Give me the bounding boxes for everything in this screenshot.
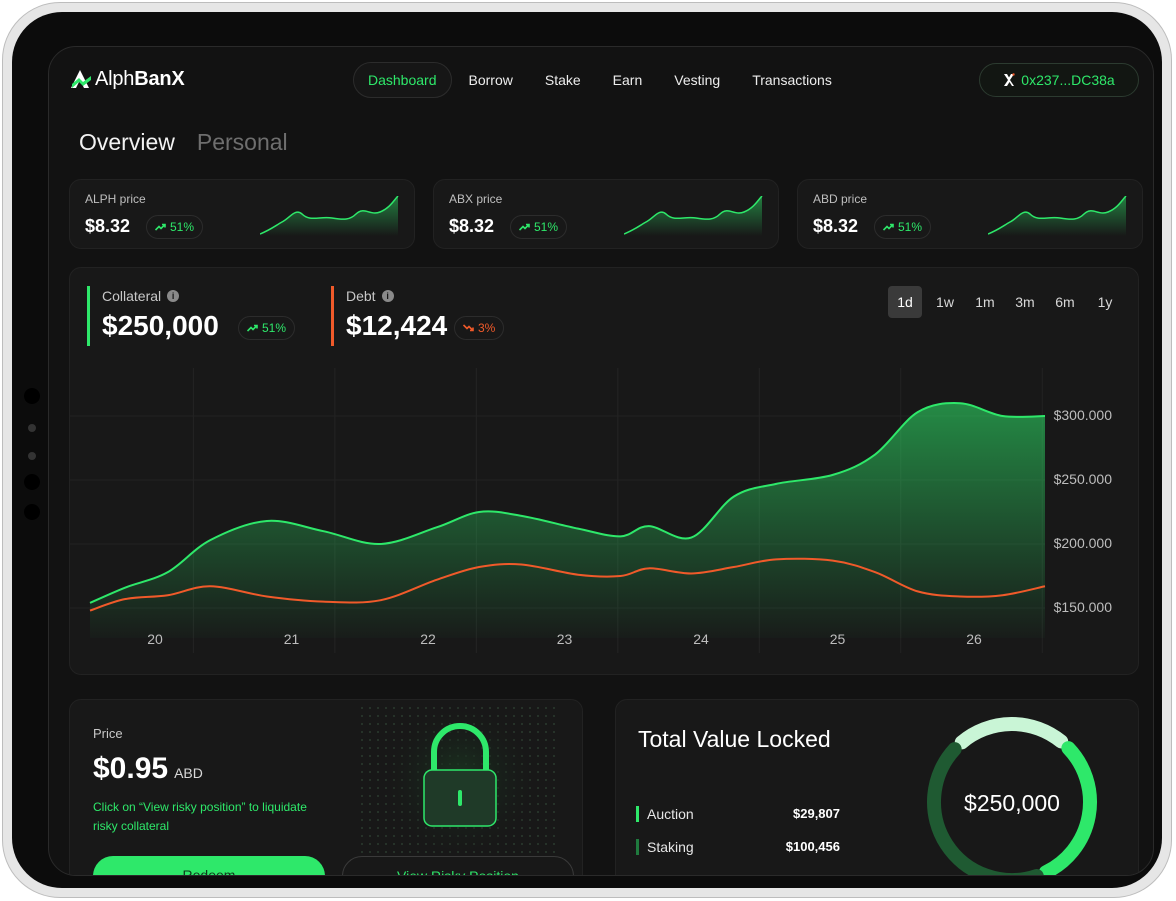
trend-up-icon: [155, 223, 166, 231]
y-tick-label: $150.000: [1054, 599, 1113, 615]
change-badge: 51%: [146, 215, 204, 239]
price-card-value: $8.32: [449, 216, 495, 236]
price-card-value: $8.32: [85, 216, 131, 236]
change-badge: 51%: [510, 215, 568, 239]
collateral-label: Collateral: [102, 288, 162, 304]
debt-metric: Debt i $12,424 3%: [331, 286, 505, 346]
price-card-label: ABD price: [813, 192, 868, 206]
x-tick-label: 25: [830, 631, 846, 647]
overview-area-chart: 20 21 22 23 24 25 26 $300.000 $250.000 $200.000 $1…: [70, 368, 1113, 653]
change-badge: 51%: [874, 215, 932, 239]
x-tick-label: 23: [557, 631, 573, 647]
camera-dot: [28, 452, 36, 460]
debt-label: Debt: [346, 288, 376, 304]
y-tick-label: $200.000: [1054, 535, 1113, 551]
tablet-frame: AlphBanX Dashboard Borrow Stake Earn Vesting…: [2, 2, 1172, 898]
tab-personal[interactable]: Personal: [197, 129, 288, 156]
time-range-selector: 1d 1w 1m 3m 6m 1y: [888, 286, 1122, 318]
total-value-locked-panel: Total Value Locked Auction $29,807 Staki…: [615, 699, 1139, 875]
nav-item-vesting[interactable]: Vesting: [659, 62, 735, 98]
range-1y[interactable]: 1y: [1088, 286, 1122, 318]
app-screen: AlphBanX Dashboard Borrow Stake Earn Vesting…: [48, 46, 1154, 876]
side-button: [24, 388, 40, 404]
abd-price-panel: Price $0.95 ABD Click on “View risky posi…: [69, 699, 583, 875]
nav-item-transactions[interactable]: Transactions: [737, 62, 847, 98]
camera-dot: [28, 424, 36, 432]
nav-item-dashboard[interactable]: Dashboard: [353, 62, 452, 98]
price-card-abd[interactable]: ABD price $8.32 51%: [797, 179, 1143, 249]
collateral-area: [90, 403, 1045, 638]
x-tick-label: 26: [966, 631, 982, 647]
redeem-button[interactable]: Redeem: [93, 856, 325, 875]
sparkline-chart: [988, 196, 1127, 236]
wallet-address: 0x237...DC38a: [1021, 72, 1115, 88]
price-card-label: ALPH price: [85, 192, 146, 206]
price-card-label: ABX price: [449, 192, 503, 206]
main-nav: Dashboard Borrow Stake Earn Vesting Transacti…: [353, 62, 849, 98]
x-tick-label: 20: [147, 631, 163, 647]
sparkline-chart: [624, 196, 763, 236]
range-1w[interactable]: 1w: [928, 286, 962, 318]
collateral-metric: Collateral i $250,000 51%: [87, 286, 296, 346]
overview-chart-panel: 20 21 22 23 24 25 26 $300.000 $250.000 $200.000 $1…: [69, 267, 1139, 675]
wallet-button[interactable]: 0x237...DC38a: [979, 63, 1139, 97]
tvl-title: Total Value Locked: [638, 726, 831, 752]
logo-icon: [71, 70, 91, 88]
logo-text: AlphBanX: [95, 67, 185, 90]
collateral-value: $250,000: [102, 310, 219, 341]
price-card-alph[interactable]: ALPH price $8.32 51%: [69, 179, 415, 249]
side-button: [24, 504, 40, 520]
range-6m[interactable]: 6m: [1048, 286, 1082, 318]
collateral-change-badge: 51%: [238, 316, 296, 340]
wallet-network-icon: [1004, 73, 1015, 86]
x-tick-label: 22: [420, 631, 436, 647]
nav-item-borrow[interactable]: Borrow: [454, 62, 528, 98]
info-icon[interactable]: i: [167, 290, 180, 302]
view-risky-position-button[interactable]: View Risky Position: [342, 856, 574, 875]
y-tick-label: $300.000: [1054, 407, 1113, 423]
price-value: $0.95 ABD: [93, 752, 203, 785]
range-3m[interactable]: 3m: [1008, 286, 1042, 318]
donut-segment-light: [954, 717, 1069, 750]
tvl-total: $250,000: [964, 790, 1060, 816]
trend-up-icon: [519, 223, 530, 231]
nav-item-stake[interactable]: Stake: [530, 62, 596, 98]
tvl-row-staking: Staking $100,456: [636, 839, 840, 859]
debt-value: $12,424: [346, 310, 448, 341]
price-card-abx[interactable]: ABX price $8.32 51%: [433, 179, 779, 249]
sparkline-chart: [260, 196, 399, 236]
price-unit: ABD: [174, 765, 203, 781]
y-tick-label: $250.000: [1054, 471, 1113, 487]
trend-down-icon: [463, 324, 474, 332]
trend-up-icon: [883, 223, 894, 231]
tablet-bezel: AlphBanX Dashboard Borrow Stake Earn Vesting…: [12, 12, 1162, 888]
trend-up-icon: [247, 324, 258, 332]
info-icon[interactable]: i: [381, 290, 394, 302]
liquidation-note: Click on “View risky position” to liquid…: [93, 800, 307, 833]
range-1m[interactable]: 1m: [968, 286, 1002, 318]
nav-item-earn[interactable]: Earn: [598, 62, 658, 98]
range-1d[interactable]: 1d: [888, 286, 922, 318]
lock-illustration: [360, 706, 560, 856]
tab-overview[interactable]: Overview: [79, 129, 175, 156]
x-tick-label: 24: [693, 631, 709, 647]
price-label: Price: [93, 726, 123, 741]
app-logo[interactable]: AlphBanX: [69, 67, 185, 91]
debt-change-badge: 3%: [454, 316, 505, 340]
price-card-value: $8.32: [813, 216, 859, 236]
view-tabs: Overview Personal: [79, 129, 288, 156]
tvl-row-auction: Auction $29,807: [636, 806, 840, 826]
side-button: [24, 474, 40, 490]
x-tick-label: 21: [284, 631, 300, 647]
